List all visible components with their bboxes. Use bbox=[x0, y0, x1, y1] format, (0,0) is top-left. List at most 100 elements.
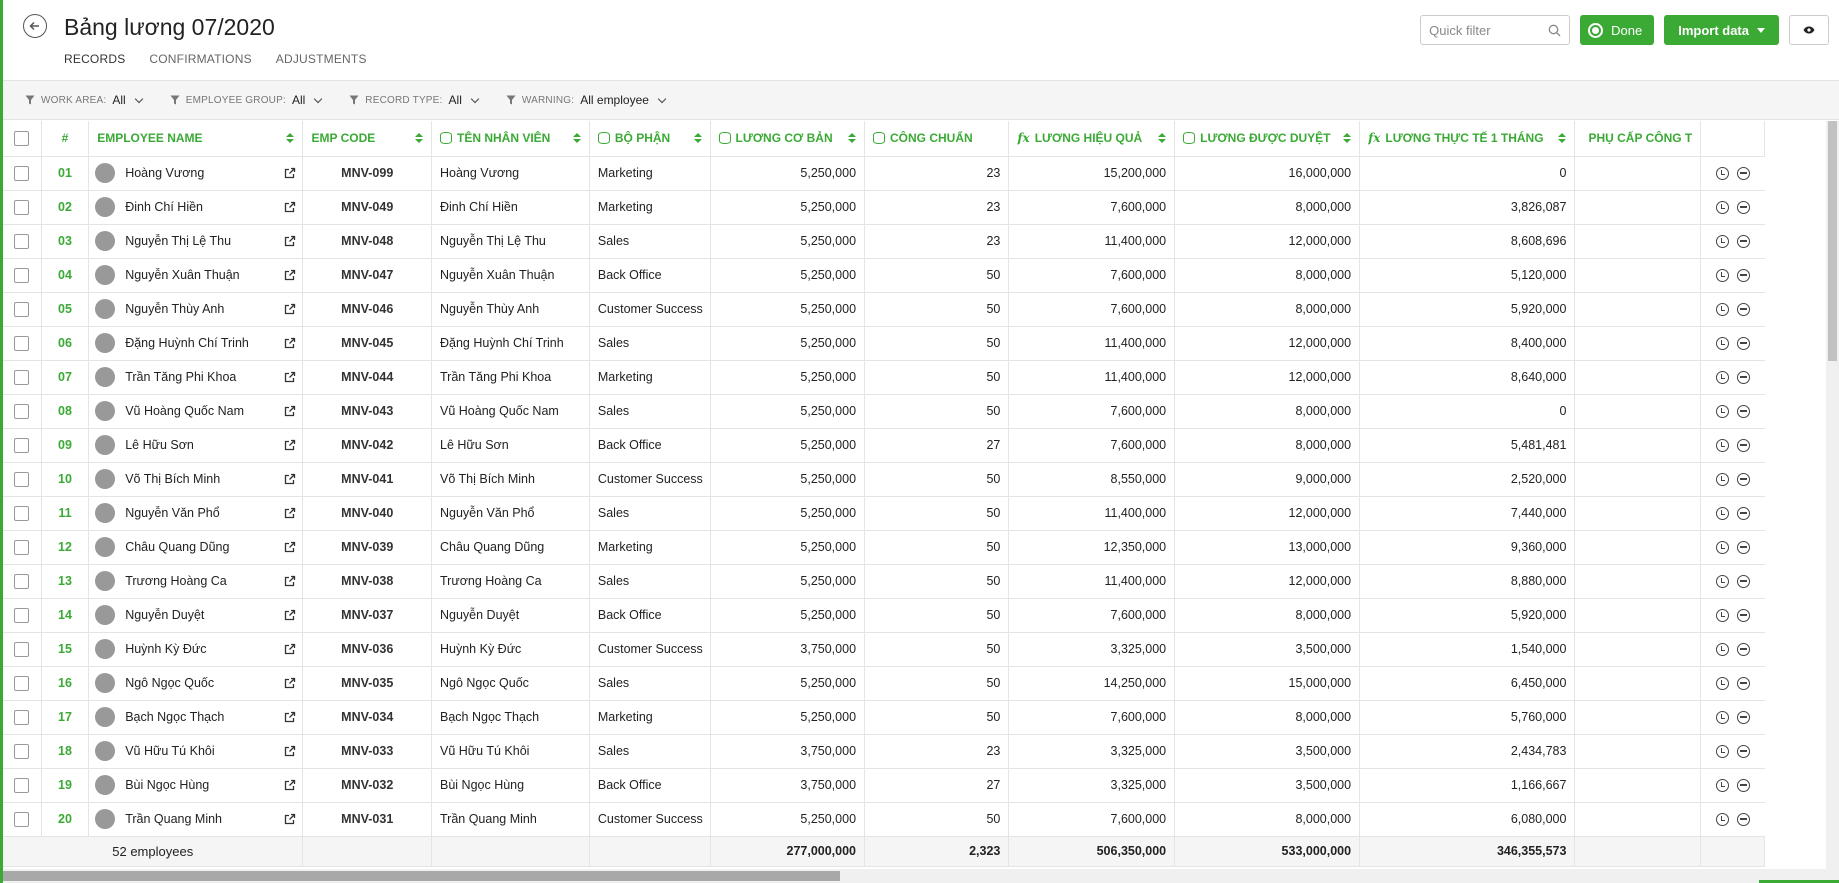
external-link-icon[interactable] bbox=[284, 337, 296, 349]
col-header-ten-nhan-vien[interactable]: TÊN NHÂN VIÊN bbox=[431, 121, 590, 157]
remove-icon[interactable] bbox=[1736, 812, 1750, 826]
external-link-icon[interactable] bbox=[284, 711, 296, 723]
row-checkbox[interactable] bbox=[14, 403, 30, 419]
remove-icon[interactable] bbox=[1736, 608, 1750, 622]
external-link-icon[interactable] bbox=[284, 405, 296, 417]
external-link-icon[interactable] bbox=[284, 439, 296, 451]
table-row[interactable]: 11 Nguyễn Văn Phổ MNV-040 Nguyễn Văn Phổ Sal… bbox=[3, 496, 1765, 531]
history-icon[interactable] bbox=[1715, 710, 1729, 724]
table-row[interactable]: 07 Trần Tăng Phi Khoa MNV-044 Trần Tăng Phi… bbox=[3, 360, 1765, 395]
remove-icon[interactable] bbox=[1736, 710, 1750, 724]
external-link-icon[interactable] bbox=[284, 235, 296, 247]
table-row[interactable]: 17 Bạch Ngọc Thạch MNV-034 Bạch Ngọc Thạch M… bbox=[3, 700, 1765, 735]
external-link-icon[interactable] bbox=[284, 609, 296, 621]
row-checkbox[interactable] bbox=[14, 369, 30, 385]
table-row[interactable]: 20 Trần Quang Minh MNV-031 Trần Quang Minh C… bbox=[3, 802, 1765, 837]
remove-icon[interactable] bbox=[1736, 506, 1750, 520]
external-link-icon[interactable] bbox=[284, 167, 296, 179]
col-header-emp-code[interactable]: EMP CODE bbox=[302, 121, 432, 157]
row-checkbox[interactable] bbox=[14, 437, 30, 453]
history-icon[interactable] bbox=[1715, 506, 1729, 520]
table-row[interactable]: 04 Nguyễn Xuân Thuận MNV-047 Nguyễn Xuân Th… bbox=[3, 258, 1765, 293]
table-row[interactable]: 09 Lê Hữu Sơn MNV-042 Lê Hữu Sơn Back Office… bbox=[3, 428, 1765, 463]
remove-icon[interactable] bbox=[1736, 268, 1750, 282]
done-button[interactable]: Done bbox=[1580, 15, 1655, 45]
import-data-button[interactable]: Import data bbox=[1664, 15, 1779, 45]
external-link-icon[interactable] bbox=[284, 745, 296, 757]
external-link-icon[interactable] bbox=[284, 507, 296, 519]
table-row[interactable]: 15 Huỳnh Kỳ Đức MNV-036 Huỳnh Kỳ Đức Custome… bbox=[3, 632, 1765, 667]
row-checkbox[interactable] bbox=[14, 505, 30, 521]
row-checkbox[interactable] bbox=[14, 641, 30, 657]
row-checkbox[interactable] bbox=[14, 301, 30, 317]
remove-icon[interactable] bbox=[1736, 744, 1750, 758]
remove-icon[interactable] bbox=[1736, 166, 1750, 180]
history-icon[interactable] bbox=[1715, 336, 1729, 350]
external-link-icon[interactable] bbox=[284, 813, 296, 825]
table-row[interactable]: 19 Bùi Ngọc Hùng MNV-032 Bùi Ngọc Hùng Back … bbox=[3, 768, 1765, 803]
table-row[interactable]: 10 Võ Thị Bích Minh MNV-041 Võ Thị Bích Min… bbox=[3, 462, 1765, 497]
external-link-icon[interactable] bbox=[284, 677, 296, 689]
table-row[interactable]: 05 Nguyễn Thùy Anh MNV-046 Nguyễn Thùy Anh C… bbox=[3, 292, 1765, 327]
remove-icon[interactable] bbox=[1736, 778, 1750, 792]
external-link-icon[interactable] bbox=[284, 541, 296, 553]
row-checkbox[interactable] bbox=[14, 267, 30, 283]
quick-filter-input[interactable] bbox=[1429, 22, 1549, 38]
remove-icon[interactable] bbox=[1736, 200, 1750, 214]
row-checkbox[interactable] bbox=[14, 573, 30, 589]
col-header-phu-cap[interactable]: PHỤ CẤP CÔNG T bbox=[1574, 121, 1701, 157]
tab-adjustments[interactable]: ADJUSTMENTS bbox=[276, 52, 367, 74]
table-row[interactable]: 12 Châu Quang Dũng MNV-039 Châu Quang Dũng M… bbox=[3, 530, 1765, 565]
remove-icon[interactable] bbox=[1736, 370, 1750, 384]
remove-icon[interactable] bbox=[1736, 438, 1750, 452]
history-icon[interactable] bbox=[1715, 608, 1729, 622]
external-link-icon[interactable] bbox=[284, 643, 296, 655]
tab-confirmations[interactable]: CONFIRMATIONS bbox=[149, 52, 251, 74]
history-icon[interactable] bbox=[1715, 540, 1729, 554]
row-checkbox[interactable] bbox=[14, 199, 30, 215]
col-header-num[interactable]: # bbox=[41, 121, 90, 157]
col-header-cong-chuan[interactable]: CÔNG CHUẨN bbox=[864, 121, 1010, 157]
external-link-icon[interactable] bbox=[284, 779, 296, 791]
history-icon[interactable] bbox=[1715, 302, 1729, 316]
remove-icon[interactable] bbox=[1736, 404, 1750, 418]
history-icon[interactable] bbox=[1715, 574, 1729, 588]
history-icon[interactable] bbox=[1715, 642, 1729, 656]
col-header-luong-thuc-te[interactable]: fx LƯƠNG THỰC TẾ 1 THÁNG bbox=[1359, 121, 1576, 157]
remove-icon[interactable] bbox=[1736, 574, 1750, 588]
filter-employee-group[interactable]: EMPLOYEE GROUP: All bbox=[170, 93, 323, 107]
history-icon[interactable] bbox=[1715, 268, 1729, 282]
history-icon[interactable] bbox=[1715, 812, 1729, 826]
scroll-thumb[interactable] bbox=[3, 871, 840, 881]
external-link-icon[interactable] bbox=[284, 201, 296, 213]
table-row[interactable]: 03 Nguyễn Thị Lệ Thu MNV-048 Nguyễn Thị Lệ … bbox=[3, 224, 1765, 259]
table-row[interactable]: 16 Ngô Ngọc Quốc MNV-035 Ngô Ngọc Quốc Sales… bbox=[3, 666, 1765, 701]
external-link-icon[interactable] bbox=[284, 575, 296, 587]
row-checkbox[interactable] bbox=[14, 165, 30, 181]
col-header-luong-hieu-qua[interactable]: fx LƯƠNG HIỆU QUẢ bbox=[1008, 121, 1176, 157]
remove-icon[interactable] bbox=[1736, 676, 1750, 690]
row-checkbox[interactable] bbox=[14, 777, 30, 793]
row-checkbox[interactable] bbox=[14, 675, 30, 691]
history-icon[interactable] bbox=[1715, 676, 1729, 690]
back-icon[interactable] bbox=[23, 14, 47, 38]
remove-icon[interactable] bbox=[1736, 234, 1750, 248]
row-checkbox[interactable] bbox=[14, 743, 30, 759]
filter-record-type[interactable]: RECORD TYPE: All bbox=[349, 93, 480, 107]
history-icon[interactable] bbox=[1715, 234, 1729, 248]
col-header-luong-co-ban[interactable]: LƯƠNG CƠ BẢN bbox=[710, 121, 866, 157]
vertical-scrollbar[interactable] bbox=[1826, 121, 1839, 869]
table-row[interactable]: 01 Hoàng Vương MNV-099 Hoàng Vương Marketing… bbox=[3, 156, 1765, 191]
external-link-icon[interactable] bbox=[284, 269, 296, 281]
history-icon[interactable] bbox=[1715, 166, 1729, 180]
tab-records[interactable]: RECORDS bbox=[64, 52, 125, 74]
table-row[interactable]: 18 Vũ Hữu Tú Khôi MNV-033 Vũ Hữu Tú Khôi Sal… bbox=[3, 734, 1765, 769]
row-checkbox[interactable] bbox=[14, 539, 30, 555]
row-checkbox[interactable] bbox=[14, 471, 30, 487]
table-row[interactable]: 06 Đặng Huỳnh Chí Trinh MNV-045 Đặng Huỳnh … bbox=[3, 326, 1765, 361]
remove-icon[interactable] bbox=[1736, 540, 1750, 554]
table-row[interactable]: 08 Vũ Hoàng Quốc Nam MNV-043 Vũ Hoàng Quốc … bbox=[3, 394, 1765, 429]
scroll-thumb[interactable] bbox=[1828, 121, 1837, 361]
table-row[interactable]: 02 Đinh Chí Hiền MNV-049 Đinh Chí Hiền Marke… bbox=[3, 190, 1765, 225]
filter-warning[interactable]: WARNING: All employee bbox=[506, 93, 667, 107]
